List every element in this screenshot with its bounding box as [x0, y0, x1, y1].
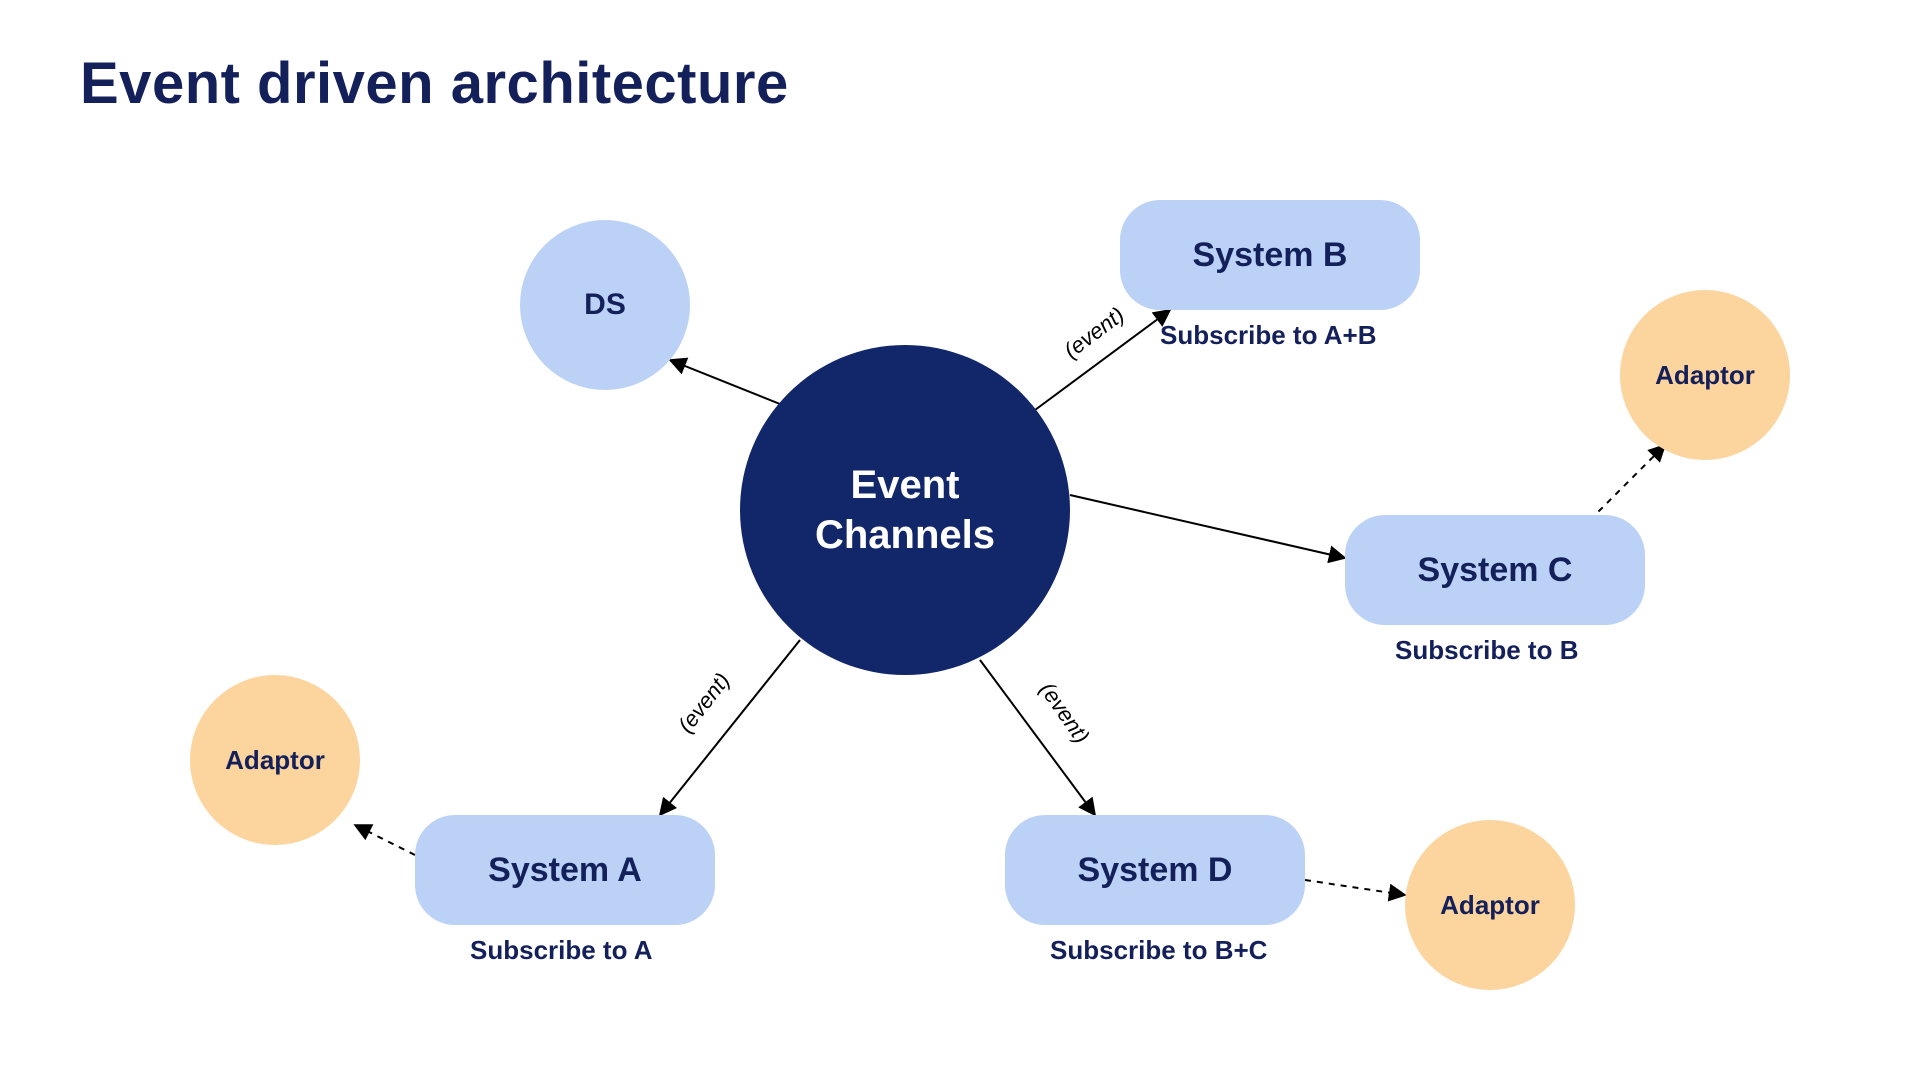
- node-system-d: System D: [1005, 815, 1305, 925]
- subscribe-system-b: Subscribe to A+B: [1160, 320, 1376, 351]
- subscribe-system-a: Subscribe to A: [470, 935, 653, 966]
- subscribe-system-c: Subscribe to B: [1395, 635, 1578, 666]
- node-adaptor-d: Adaptor: [1405, 820, 1575, 990]
- node-system-c: System C: [1345, 515, 1645, 625]
- edge-label-a: (event): [673, 668, 736, 738]
- arrow-system-d-to-adaptor: [1305, 880, 1405, 895]
- arrow-system-a-to-adaptor: [355, 825, 415, 855]
- arrow-hub-to-system-c: [1070, 495, 1345, 558]
- diagram-canvas: Event Channels DS System B Subscribe to …: [0, 0, 1920, 1080]
- node-system-b: System B: [1120, 200, 1420, 310]
- node-ds: DS: [520, 220, 690, 390]
- arrow-hub-to-ds: [670, 360, 780, 404]
- edge-label-b: (event): [1059, 302, 1129, 364]
- node-system-a: System A: [415, 815, 715, 925]
- node-adaptor-c: Adaptor: [1620, 290, 1790, 460]
- edge-label-d: (event): [1034, 677, 1095, 748]
- arrow-system-c-to-adaptor: [1590, 445, 1665, 520]
- node-adaptor-a: Adaptor: [190, 675, 360, 845]
- hub-event-channels: Event Channels: [740, 345, 1070, 675]
- subscribe-system-d: Subscribe to B+C: [1050, 935, 1267, 966]
